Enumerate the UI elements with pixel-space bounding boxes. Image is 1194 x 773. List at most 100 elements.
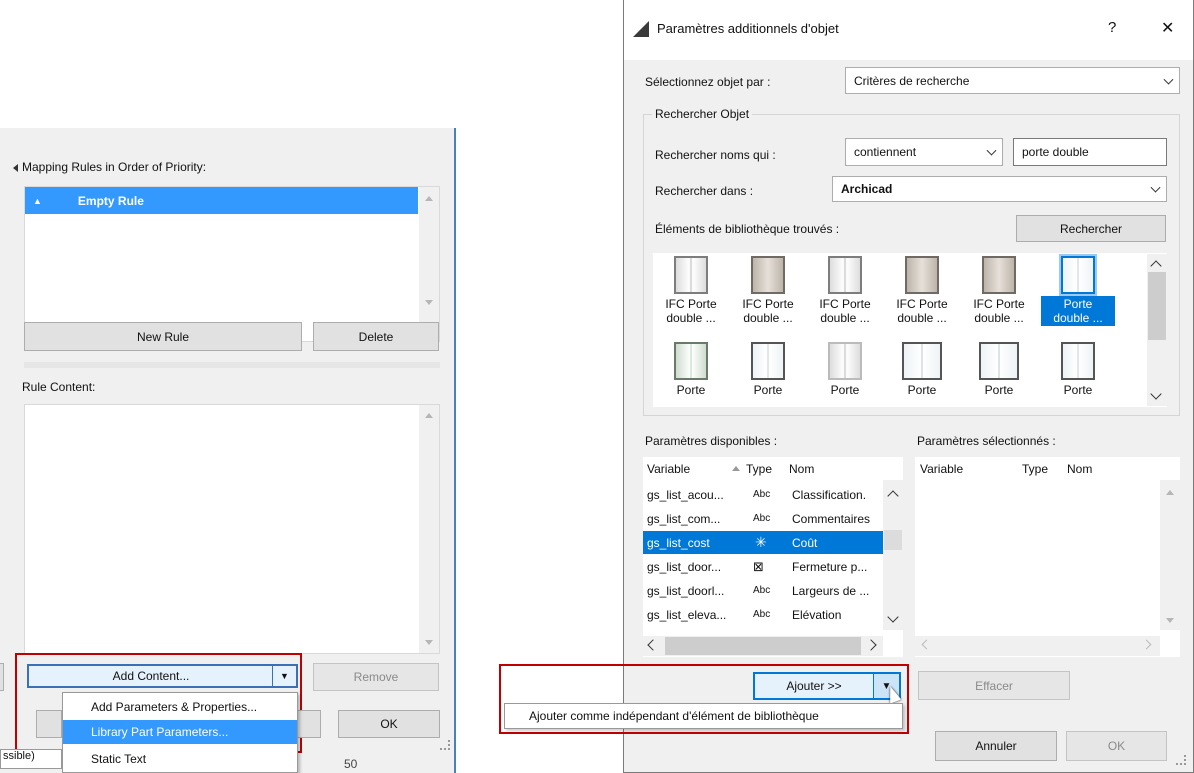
param-type: Abc <box>753 585 771 596</box>
library-item[interactable]: IFC Porte double ... <box>964 256 1034 326</box>
scroll-up-icon[interactable] <box>1166 490 1174 495</box>
door-thumbnail-icon <box>902 342 942 380</box>
library-item[interactable]: Porte <box>887 342 957 406</box>
param-variable: gs_list_cost <box>647 535 710 550</box>
door-thumbnail-icon <box>674 342 708 380</box>
item-label: IFC Porte <box>742 297 794 311</box>
help-icon[interactable]: ? <box>1108 19 1116 36</box>
door-thumbnail-icon <box>1061 342 1095 380</box>
chevron-down-icon <box>1150 182 1161 193</box>
left-edge-button[interactable] <box>0 663 4 691</box>
library-item-selected[interactable]: Porte double ... <box>1041 254 1115 326</box>
item-label: IFC Porte <box>973 297 1025 311</box>
close-icon[interactable]: ✕ <box>1161 18 1174 38</box>
library-item[interactable]: IFC Porte double ... <box>656 256 726 326</box>
library-item[interactable]: Porte <box>964 342 1034 406</box>
collapse-triangle-icon[interactable] <box>13 164 18 172</box>
item-label: IFC Porte <box>665 297 717 311</box>
chevron-down-icon <box>1163 74 1174 85</box>
search-group-title: Rechercher Objet <box>652 107 753 121</box>
library-item[interactable]: Porte <box>810 342 880 406</box>
content-scrollbar[interactable] <box>419 405 439 653</box>
param-row[interactable]: gs_list_com... Abc Commentaires <box>643 507 883 530</box>
params-hscroll-thumb[interactable] <box>665 637 861 655</box>
menu-item-add-independent[interactable]: Ajouter comme indépendant d'élément de b… <box>505 704 902 728</box>
param-name: Elévation <box>792 607 842 622</box>
door-thumbnail-icon <box>751 256 785 294</box>
clear-button[interactable]: Effacer <box>918 671 1070 700</box>
selected-params-title: Paramètres sélectionnés : <box>917 434 1056 448</box>
scroll-up-icon[interactable] <box>425 413 433 418</box>
param-name: Commentaires <box>792 511 871 526</box>
item-label: double ... <box>974 311 1024 325</box>
menu-item-add-parameters[interactable]: Add Parameters & Properties... <box>63 695 297 719</box>
col-header-type[interactable]: Type <box>1022 462 1048 476</box>
param-type: ✳ <box>755 534 767 550</box>
door-thumbnail-icon <box>751 342 785 380</box>
search-mode-value: contiennent <box>854 145 917 159</box>
select-by-value: Critères de recherche <box>854 73 970 88</box>
params-vscrollbar[interactable] <box>883 480 903 630</box>
selected-vscrollbar[interactable] <box>1160 480 1180 630</box>
search-button[interactable]: Rechercher <box>1016 215 1166 242</box>
rules-scrollbar[interactable] <box>419 187 439 341</box>
col-header-name[interactable]: Nom <box>789 462 814 476</box>
params-scroll-thumb[interactable] <box>884 530 902 550</box>
item-label: double ... <box>1053 311 1103 325</box>
library-scroll-thumb[interactable] <box>1148 272 1166 340</box>
col-header-variable[interactable]: Variable <box>920 462 963 476</box>
found-items-label: Éléments de bibliothèque trouvés : <box>655 222 840 236</box>
left-ok-partial-button[interactable] <box>295 710 321 738</box>
library-item[interactable]: IFC Porte double ... <box>887 256 957 326</box>
menu-item-static-text[interactable]: Static Text <box>63 748 297 770</box>
item-label: double ... <box>820 311 870 325</box>
sort-ascending-icon[interactable] <box>732 466 740 471</box>
param-type: Abc <box>753 513 771 524</box>
param-name: Fermeture p... <box>792 559 868 574</box>
left-ok-button[interactable]: OK <box>338 710 440 738</box>
param-row-selected[interactable]: gs_list_cost ✳ Coût <box>643 531 883 554</box>
scroll-down-icon[interactable] <box>1166 618 1174 623</box>
library-item[interactable]: Porte <box>733 342 803 406</box>
param-row[interactable]: gs_list_eleva... Abc Elévation <box>643 603 883 626</box>
library-item[interactable]: Porte <box>656 342 726 406</box>
remove-button[interactable]: Remove <box>313 663 439 691</box>
param-row[interactable]: gs_list_acou... Abc Classification. <box>643 483 883 506</box>
library-item[interactable]: IFC Porte double ... <box>733 256 803 326</box>
scroll-down-icon[interactable] <box>425 300 433 305</box>
select-by-dropdown[interactable]: Critères de recherche <box>845 67 1180 94</box>
menu-item-library-part-parameters[interactable]: Library Part Parameters... <box>63 720 297 744</box>
status-cell-left: ssible) <box>0 749 62 769</box>
rule-item-empty[interactable]: ▲ Empty Rule <box>25 187 418 214</box>
item-label: double ... <box>666 311 716 325</box>
param-row[interactable]: gs_list_doorl... Abc Largeurs de ... <box>643 579 883 602</box>
selected-hscrollbar[interactable] <box>915 636 1160 656</box>
library-item[interactable]: Porte <box>1041 342 1115 406</box>
search-in-dropdown[interactable]: Archicad <box>832 176 1167 202</box>
dropdown-arrow-icon[interactable]: ▼ <box>272 666 296 686</box>
select-by-label: Sélectionnez objet par : <box>645 75 771 89</box>
search-text-input[interactable]: porte double <box>1013 138 1167 166</box>
scroll-up-icon[interactable] <box>425 196 433 201</box>
col-header-type[interactable]: Type <box>746 462 772 476</box>
cancel-button[interactable]: Annuler <box>935 731 1057 761</box>
param-type: Abc <box>753 489 771 500</box>
status-number: 50 <box>344 757 358 771</box>
library-item[interactable]: IFC Porte double ... <box>810 256 880 326</box>
door-thumbnail-icon <box>1059 254 1097 296</box>
scroll-down-icon[interactable] <box>425 640 433 645</box>
search-in-label: Rechercher dans : <box>655 184 754 198</box>
delete-rule-button[interactable]: Delete <box>313 322 439 351</box>
add-content-button[interactable]: Add Content... ▼ <box>27 664 298 688</box>
col-header-variable[interactable]: Variable <box>647 462 690 476</box>
new-rule-button[interactable]: New Rule <box>24 322 302 351</box>
left-hidden-button[interactable] <box>36 710 62 738</box>
param-row[interactable]: gs_list_door... ⊠ Fermeture p... <box>643 555 883 578</box>
param-variable: gs_list_com... <box>647 511 721 526</box>
add-button[interactable]: Ajouter >> ▼ <box>753 672 901 700</box>
search-mode-dropdown[interactable]: contiennent <box>845 138 1003 166</box>
item-label: double ... <box>897 311 947 325</box>
param-name: Coût <box>792 535 818 550</box>
col-header-name[interactable]: Nom <box>1067 462 1092 476</box>
ok-button[interactable]: OK <box>1066 731 1167 761</box>
